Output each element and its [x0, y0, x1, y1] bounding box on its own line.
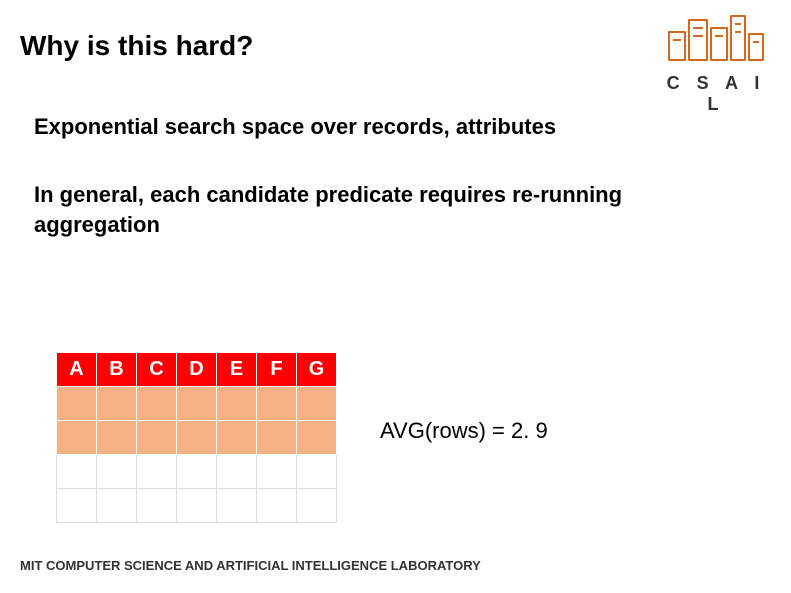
table-row	[57, 387, 337, 421]
table-header-row: A B C D E F G	[57, 353, 337, 387]
buildings-icon	[661, 10, 771, 64]
logo-text: C S A I L	[661, 73, 771, 115]
col-G: G	[297, 353, 337, 387]
col-D: D	[177, 353, 217, 387]
avg-expression: AVG(rows) = 2. 9	[380, 418, 548, 444]
col-C: C	[137, 353, 177, 387]
col-E: E	[217, 353, 257, 387]
bullet-1: Exponential search space over records, a…	[34, 114, 751, 140]
csail-logo: C S A I L	[661, 10, 771, 115]
bullet-2: In general, each candidate predicate req…	[34, 180, 751, 239]
page-title: Why is this hard?	[20, 30, 253, 62]
col-F: F	[257, 353, 297, 387]
col-A: A	[57, 353, 97, 387]
table-row	[57, 455, 337, 489]
table-row	[57, 421, 337, 455]
slide: Why is this hard? C S A I L Exponential …	[0, 0, 791, 593]
example-table: A B C D E F G	[56, 352, 337, 523]
table-row	[57, 489, 337, 523]
footer: MIT COMPUTER SCIENCE AND ARTIFICIAL INTE…	[20, 558, 481, 573]
col-B: B	[97, 353, 137, 387]
